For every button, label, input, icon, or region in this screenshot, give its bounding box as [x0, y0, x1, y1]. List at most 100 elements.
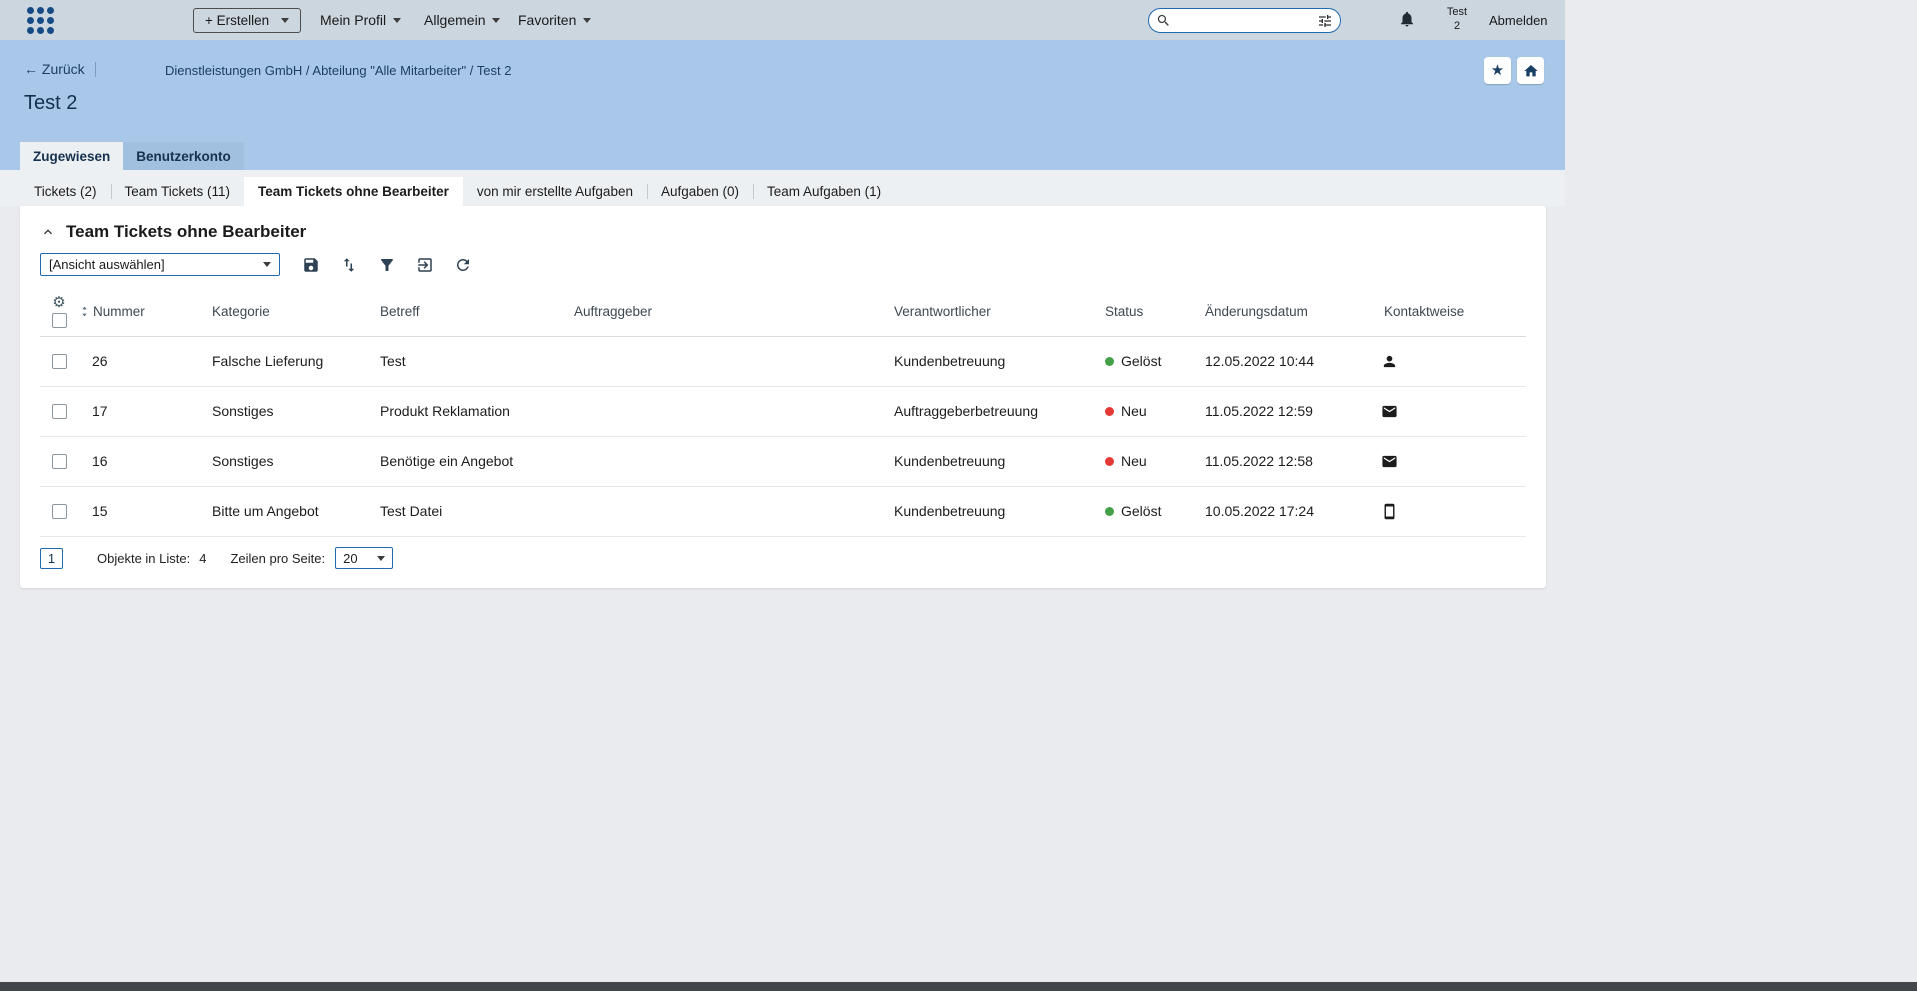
cell-auftraggeber	[562, 486, 882, 536]
table-row[interactable]: 26 Falsche Lieferung Test Kundenbetreuun…	[40, 336, 1526, 386]
cell-datum: 12.05.2022 10:44	[1193, 336, 1372, 386]
panel-heading: Team Tickets ohne Bearbeiter	[66, 222, 306, 242]
status-label: Neu	[1121, 453, 1147, 469]
cell-betreff: Test Datei	[368, 486, 562, 536]
tab-benutzerkonto[interactable]: Benutzerkonto	[123, 142, 244, 170]
page-header: ← Zurück Dienstleistungen GmbH / Abteilu…	[0, 40, 1565, 170]
menu-allgemein[interactable]: Allgemein	[424, 0, 500, 40]
user-name-line2: 2	[1440, 20, 1474, 34]
cell-nummer: 15	[78, 486, 200, 536]
tab-team-tickets[interactable]: Team Tickets (11)	[111, 177, 245, 206]
col-header-betreff: Betreff	[368, 288, 562, 336]
chevron-down-icon	[377, 556, 385, 561]
menu-label: Mein Profil	[320, 12, 386, 28]
pagination-page-button[interactable]: 1	[40, 548, 63, 569]
home-icon	[1523, 63, 1539, 79]
tab-aufgaben[interactable]: Aufgaben (0)	[647, 177, 753, 206]
sort-icon[interactable]	[340, 256, 358, 274]
menu-label: Allgemein	[424, 12, 485, 28]
create-button[interactable]: + Erstellen	[193, 8, 301, 33]
tickets-panel: Team Tickets ohne Bearbeiter [Ansicht au…	[20, 206, 1546, 588]
row-checkbox[interactable]	[52, 354, 67, 369]
create-button-label: + Erstellen	[205, 13, 269, 28]
menu-label: Favoriten	[518, 12, 576, 28]
cell-datum: 10.05.2022 17:24	[1193, 486, 1372, 536]
row-checkbox[interactable]	[52, 504, 67, 519]
chevron-down-icon	[281, 18, 289, 23]
row-checkbox[interactable]	[52, 404, 67, 419]
primary-tabs: Zugewiesen Benutzerkonto	[20, 142, 244, 170]
save-view-icon[interactable]	[302, 256, 320, 274]
cell-verantwortlicher: Kundenbetreuung	[882, 486, 1093, 536]
rows-per-page-label: Zeilen pro Seite:	[230, 551, 325, 566]
back-link[interactable]: ← Zurück	[24, 61, 85, 77]
status-dot	[1105, 357, 1114, 366]
col-header-status: Status	[1093, 288, 1193, 336]
bottom-edge-bar	[0, 982, 1917, 991]
notifications-bell-icon[interactable]	[1398, 10, 1416, 28]
chevron-down-icon	[492, 18, 500, 23]
status-label: Gelöst	[1121, 503, 1161, 519]
search-icon	[1156, 13, 1171, 28]
tab-von-mir-erstellte-aufgaben[interactable]: von mir erstellte Aufgaben	[463, 177, 647, 206]
view-select-value: [Ansicht auswählen]	[49, 257, 165, 272]
breadcrumb[interactable]: Dienstleistungen GmbH / Abteilung "Alle …	[165, 63, 511, 78]
col-header-kategorie: Kategorie	[200, 288, 368, 336]
tickets-table: ⚙︎ Nummer Kategorie Betreff	[40, 288, 1526, 537]
cell-datum: 11.05.2022 12:59	[1193, 386, 1372, 436]
home-button[interactable]	[1517, 57, 1544, 84]
rows-per-page-value: 20	[343, 551, 357, 566]
logout-link[interactable]: Abmelden	[1489, 13, 1548, 28]
table-row[interactable]: 16 Sonstiges Benötige ein Angebot Kunden…	[40, 436, 1526, 486]
collapse-chevron-up-icon[interactable]	[40, 224, 56, 240]
cell-verantwortlicher: Kundenbetreuung	[882, 336, 1093, 386]
cell-datum: 11.05.2022 12:58	[1193, 436, 1372, 486]
status-label: Neu	[1121, 403, 1147, 419]
search-filter-icon[interactable]	[1317, 13, 1333, 29]
search-input[interactable]	[1176, 13, 1312, 28]
email-icon	[1381, 403, 1398, 420]
rows-per-page-select[interactable]: 20	[335, 547, 393, 569]
table-row[interactable]: 15 Bitte um Angebot Test Datei Kundenbet…	[40, 486, 1526, 536]
column-settings-gear-icon[interactable]: ⚙︎	[52, 295, 65, 310]
col-header-kontaktweise: Kontaktweise	[1372, 288, 1526, 336]
current-user[interactable]: Test 2	[1440, 6, 1474, 33]
divider	[95, 62, 96, 77]
cell-kategorie: Falsche Lieferung	[200, 336, 368, 386]
cell-auftraggeber	[562, 436, 882, 486]
cell-auftraggeber	[562, 386, 882, 436]
page-title: Test 2	[24, 92, 77, 115]
col-header-nummer[interactable]: Nummer	[78, 304, 200, 319]
export-icon[interactable]	[416, 256, 434, 274]
user-name-line1: Test	[1440, 6, 1474, 20]
menu-mein-profil[interactable]: Mein Profil	[320, 0, 401, 40]
cell-nummer: 17	[78, 386, 200, 436]
view-select[interactable]: [Ansicht auswählen]	[40, 253, 280, 276]
table-header-row: ⚙︎ Nummer Kategorie Betreff	[40, 288, 1526, 336]
select-all-checkbox[interactable]	[52, 313, 67, 328]
cell-verantwortlicher: Kundenbetreuung	[882, 436, 1093, 486]
objects-in-list-count: 4	[199, 551, 206, 566]
cell-nummer: 16	[78, 436, 200, 486]
app-window: + Erstellen Mein Profil Allgemein Favori…	[0, 0, 1565, 983]
cell-kategorie: Sonstiges	[200, 386, 368, 436]
row-checkbox[interactable]	[52, 454, 67, 469]
status-dot	[1105, 507, 1114, 516]
col-header-aenderungsdatum: Änderungsdatum	[1193, 288, 1372, 336]
tab-team-tickets-ohne-bearbeiter[interactable]: Team Tickets ohne Bearbeiter	[244, 177, 463, 206]
status-dot	[1105, 407, 1114, 416]
search-box[interactable]	[1148, 8, 1341, 33]
tab-zugewiesen[interactable]: Zugewiesen	[20, 142, 123, 170]
objects-in-list-label: Objekte in Liste:	[97, 551, 190, 566]
refresh-icon[interactable]	[454, 256, 472, 274]
table-row[interactable]: 17 Sonstiges Produkt Reklamation Auftrag…	[40, 386, 1526, 436]
secondary-tabs: Tickets (2) Team Tickets (11) Team Ticke…	[0, 170, 1565, 206]
filter-icon[interactable]	[378, 256, 396, 274]
tab-tickets[interactable]: Tickets (2)	[20, 177, 111, 206]
status-dot	[1105, 457, 1114, 466]
tab-team-aufgaben[interactable]: Team Aufgaben (1)	[753, 177, 895, 206]
topbar: + Erstellen Mein Profil Allgemein Favori…	[0, 0, 1565, 40]
favorite-button[interactable]: ★	[1484, 57, 1511, 84]
menu-favoriten[interactable]: Favoriten	[518, 0, 591, 40]
app-logo[interactable]	[27, 7, 54, 34]
